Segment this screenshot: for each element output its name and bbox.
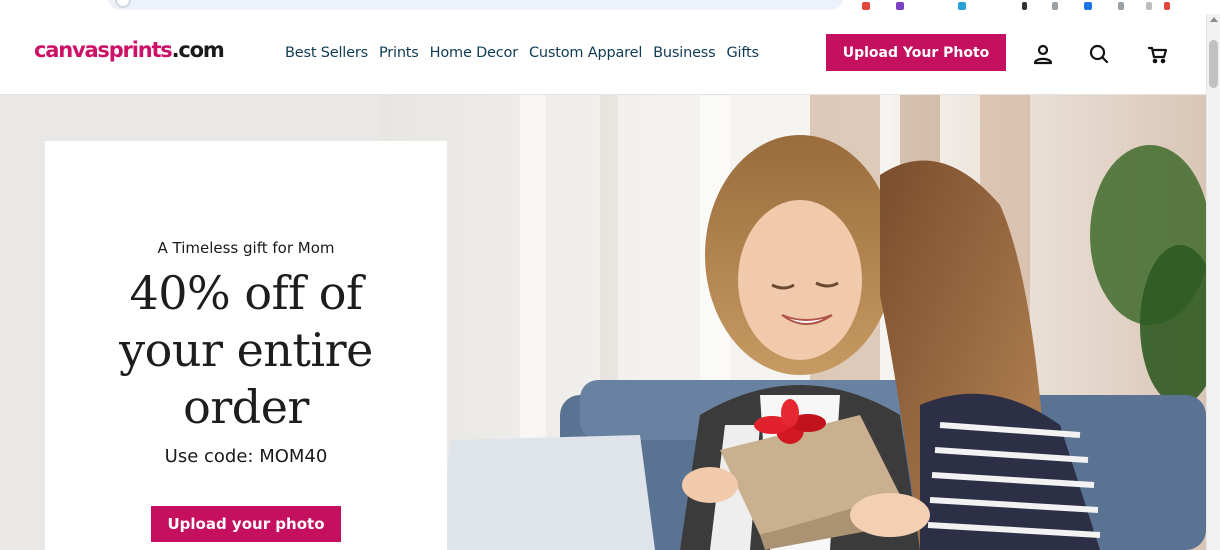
extension-icon[interactable] [1164, 2, 1170, 10]
page-scrollbar[interactable] [1206, 14, 1220, 550]
extension-icon[interactable] [896, 2, 904, 10]
main-nav: Best Sellers Prints Home Decor Custom Ap… [285, 45, 770, 61]
extension-icon[interactable] [862, 2, 870, 10]
promo-card: A Timeless gift for Mom 40% off of your … [45, 141, 447, 550]
nav-business[interactable]: Business [653, 45, 716, 61]
promo-code: Use code: MOM40 [164, 446, 328, 467]
address-bar[interactable] [108, 0, 843, 10]
site-logo[interactable]: canvasprints.com [34, 38, 225, 62]
nav-prints[interactable]: Prints [379, 45, 419, 61]
scroll-up-arrow-icon[interactable] [1210, 17, 1218, 22]
scroll-thumb[interactable] [1209, 40, 1218, 88]
nav-gifts[interactable]: Gifts [727, 45, 760, 61]
account-icon[interactable] [1031, 42, 1055, 66]
site-header: canvasprints.com Best Sellers Prints Hom… [0, 14, 1206, 95]
extension-icon[interactable] [1118, 2, 1124, 10]
extension-icon[interactable] [1084, 2, 1092, 10]
cart-icon[interactable] [1146, 42, 1170, 66]
promo-kicker: A Timeless gift for Mom [157, 239, 335, 257]
logo-text: canvasprints [34, 38, 173, 62]
extension-icon[interactable] [958, 2, 966, 10]
nav-best-sellers[interactable]: Best Sellers [285, 45, 368, 61]
hero-banner: A Timeless gift for Mom 40% off of your … [0, 95, 1206, 550]
nav-custom-apparel[interactable]: Custom Apparel [529, 45, 642, 61]
logo-tld: .com [171, 38, 225, 62]
browser-chrome [0, 0, 1220, 14]
extension-icon[interactable] [1146, 2, 1152, 10]
search-icon[interactable] [1087, 42, 1111, 66]
extension-icon[interactable] [1022, 2, 1027, 10]
upload-photo-button[interactable]: Upload Your Photo [826, 34, 1006, 71]
nav-home-decor[interactable]: Home Decor [430, 45, 519, 61]
promo-headline: 40% off of your entire order [119, 266, 373, 434]
extension-icon[interactable] [1052, 2, 1058, 10]
hero-photo [380, 95, 1206, 550]
hero-upload-photo-button[interactable]: Upload your photo [151, 506, 341, 542]
